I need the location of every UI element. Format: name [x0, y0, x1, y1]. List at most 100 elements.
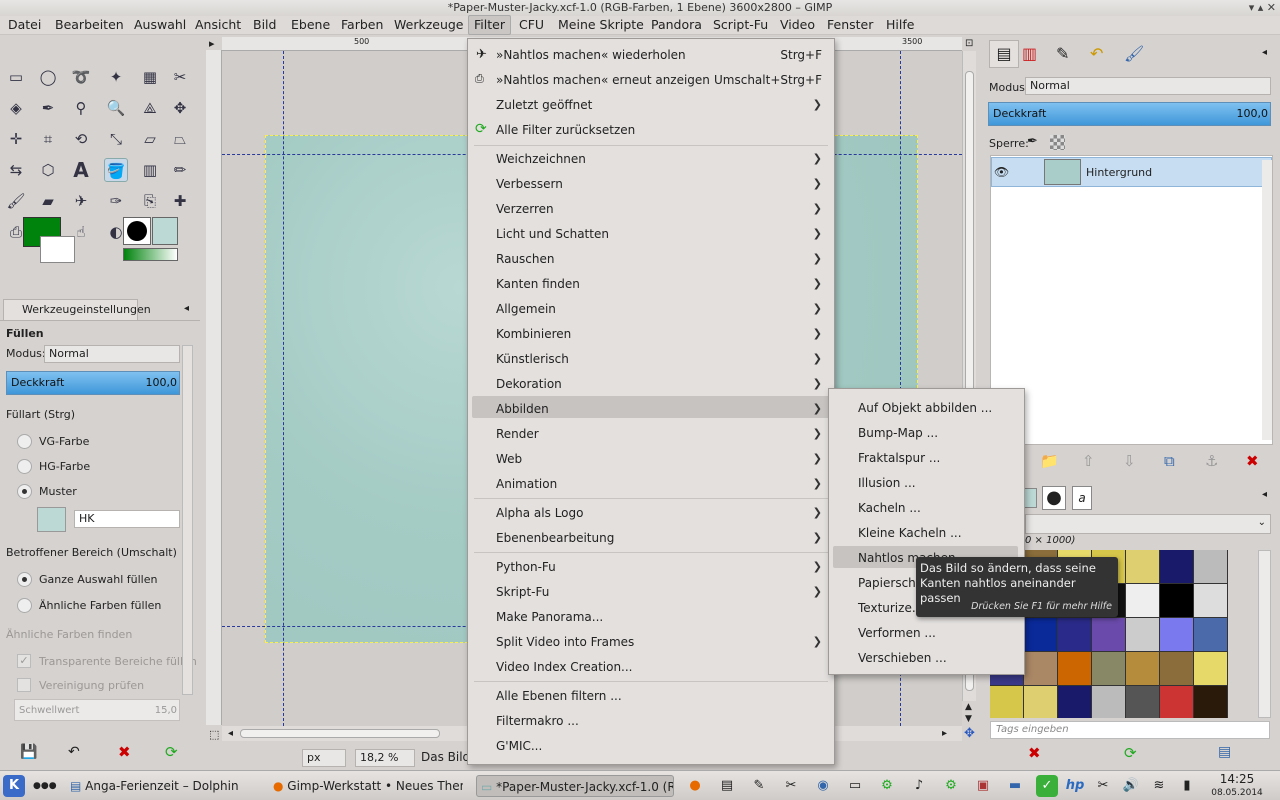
tags-input[interactable]: Tags eingeben — [990, 721, 1270, 739]
color-picker-icon[interactable]: ⚲ — [69, 96, 93, 120]
scissors-icon[interactable]: ✂ — [168, 65, 192, 89]
submenu-item-map-object[interactable]: Auf Objekt abbilden ... — [858, 401, 992, 415]
menu-item-python-fu[interactable]: Python-Fu — [496, 560, 556, 574]
pattern-tab-icon[interactable] — [1023, 488, 1037, 508]
volume-icon[interactable]: 🔊 — [1120, 775, 1142, 797]
menu-item-edge-detect[interactable]: Kanten finden — [496, 277, 580, 291]
menu-cfu[interactable]: CFU — [519, 17, 544, 32]
task-firefox[interactable]: ● Gimp-Werkstatt • Neues Them — [273, 775, 463, 797]
background-color-swatch[interactable] — [40, 236, 75, 263]
menu-item-map[interactable]: Abbilden — [496, 402, 549, 416]
refresh-patterns-icon[interactable]: ⟳ — [1124, 744, 1137, 762]
tools-icon[interactable]: ✂ — [780, 775, 802, 797]
scroll-right-icon[interactable]: ▸ — [942, 728, 947, 739]
delete-pattern-icon[interactable]: ✖ — [1028, 744, 1041, 762]
menu-ansicht[interactable]: Ansicht — [195, 17, 241, 32]
heal-icon[interactable]: ✚ — [168, 189, 192, 213]
minimize-icon[interactable]: ▾ — [1249, 1, 1255, 14]
pattern-thumbnail[interactable] — [1194, 618, 1227, 651]
scroll-down-icon[interactable]: ▼ — [965, 714, 972, 724]
menu-item-reshow[interactable]: »Nahtlos machen« erneut anzeigen — [496, 73, 710, 87]
layers-tab-icon[interactable]: ▤ — [989, 40, 1019, 68]
zoom-select[interactable]: 18,2 % — [355, 749, 415, 767]
pattern-thumbnail[interactable] — [1024, 618, 1057, 651]
font-tab-icon[interactable]: a — [1072, 486, 1092, 510]
tool-options-tab[interactable]: Werkzeugeinstellungen — [3, 299, 151, 320]
bucket-fill-icon[interactable]: 🪣 — [104, 158, 128, 182]
menu-video[interactable]: Video — [780, 17, 815, 32]
layers-opacity-slider[interactable]: Deckkraft 100,0 — [988, 102, 1271, 126]
menu-farben[interactable]: Farben — [341, 17, 383, 32]
pattern-thumbnail[interactable] — [1194, 686, 1227, 718]
submenu-item-texturize[interactable]: Texturize... — [858, 601, 923, 615]
layer-name[interactable]: Hintergrund — [1086, 166, 1152, 179]
navigate-icon[interactable]: ✥ — [964, 726, 975, 741]
update-check-icon[interactable]: ✓ — [1036, 775, 1058, 797]
scroll-up-icon[interactable]: ▲ — [965, 702, 972, 712]
clone-icon[interactable]: ⎘ — [138, 189, 162, 213]
pattern-thumbnail[interactable] — [1024, 686, 1057, 718]
task-gimp[interactable]: ▭ *Paper-Muster-Jacky.xcf-1.0 (R — [476, 775, 674, 797]
anchor-layer-icon[interactable]: ⚓ — [1205, 452, 1218, 470]
paths-tab-icon[interactable]: ✎ — [1056, 44, 1069, 63]
menu-item-script-fu[interactable]: Skript-Fu — [496, 585, 549, 599]
monitor-icon[interactable]: ▬ — [1004, 775, 1026, 797]
menu-script-fu[interactable]: Script-Fu — [713, 17, 768, 32]
menu-pandora[interactable]: Pandora — [651, 17, 702, 32]
tab-menu-icon[interactable]: ◂ — [184, 303, 189, 314]
quick-mask-menu-icon[interactable]: ▸ — [209, 37, 215, 50]
music-icon[interactable]: ♪ — [908, 775, 930, 797]
pattern-thumbnail[interactable] — [1058, 652, 1091, 685]
undo-tab-icon[interactable]: ↶ — [1090, 44, 1103, 63]
scale-icon[interactable]: ⤡ — [104, 127, 128, 151]
radio-similar-colors[interactable] — [17, 598, 32, 613]
menu-item-panorama[interactable]: Make Panorama... — [496, 610, 603, 624]
pattern-thumbnail[interactable] — [1126, 550, 1159, 583]
menu-item-combine[interactable]: Kombinieren — [496, 327, 571, 341]
menu-auswahl[interactable]: Auswahl — [134, 17, 186, 32]
document-icon[interactable]: ▤ — [716, 775, 738, 797]
measure-icon[interactable]: ⟁ — [138, 96, 162, 120]
dock-menu-icon[interactable]: ◂ — [1262, 47, 1267, 58]
menu-meine-skripte[interactable]: Meine Skripte — [558, 17, 644, 32]
task-dolphin[interactable]: ▤ Anga-Ferienzeit – Dolphin — [70, 775, 260, 797]
layers-scrollbar[interactable] — [1262, 160, 1272, 440]
menu-item-filter-all-layers[interactable]: Alle Ebenen filtern ... — [496, 689, 622, 703]
menu-hilfe[interactable]: Hilfe — [886, 17, 914, 32]
menu-item-gmic[interactable]: G'MIC... — [496, 739, 542, 753]
channels-tab-icon[interactable]: ▥ — [1022, 44, 1037, 63]
crop-icon[interactable]: ⌗ — [36, 127, 60, 151]
radio-fg-color[interactable] — [17, 434, 32, 449]
activities-icon[interactable]: ●●● — [33, 775, 57, 797]
menu-item-enhance[interactable]: Verbessern — [496, 177, 563, 191]
lock-pixels-icon[interactable]: ✒ — [1027, 134, 1038, 149]
guide-vertical-left[interactable] — [283, 51, 284, 726]
pattern-thumbnail[interactable] — [1160, 652, 1193, 685]
save-options-icon[interactable]: 💾 — [20, 744, 37, 760]
restore-options-icon[interactable]: ↶ — [68, 744, 80, 760]
menu-bild[interactable]: Bild — [253, 17, 276, 32]
eye-icon[interactable]: 👁 — [994, 165, 1009, 179]
move-icon[interactable]: ✥ — [168, 96, 192, 120]
pattern-thumbnail[interactable] — [1160, 618, 1193, 651]
pattern-thumbnail[interactable] — [1058, 686, 1091, 718]
pattern-thumbnail[interactable] — [1160, 584, 1193, 617]
new-layer-group-icon[interactable]: 📁 — [1040, 452, 1059, 470]
pattern-thumbnail[interactable] — [1194, 652, 1227, 685]
lock-alpha-icon[interactable] — [1050, 135, 1065, 150]
opacity-slider[interactable]: Deckkraft 100,0 — [6, 371, 180, 395]
dock2-menu-icon[interactable]: ◂ — [1262, 489, 1267, 500]
pattern-thumbnail[interactable] — [1160, 550, 1193, 583]
pencil-icon[interactable]: ✏ — [168, 158, 192, 182]
brush-tab-icon[interactable]: ● — [1042, 486, 1066, 510]
pattern-thumbnail[interactable] — [1194, 550, 1227, 583]
menu-item-animation[interactable]: Animation — [496, 477, 557, 491]
menu-item-repeat[interactable]: »Nahtlos machen« wiederholen — [496, 48, 686, 62]
h-scroll-thumb[interactable] — [240, 729, 440, 738]
pattern-thumbnail[interactable] — [990, 686, 1023, 718]
pattern-thumbnail[interactable] — [1126, 686, 1159, 718]
pattern-name-field[interactable]: HK — [74, 510, 180, 528]
pattern-thumbnail[interactable] — [1092, 652, 1125, 685]
menu-item-layer-edit[interactable]: Ebenenbearbeitung — [496, 531, 614, 545]
gear-icon[interactable]: ⚙ — [940, 775, 962, 797]
